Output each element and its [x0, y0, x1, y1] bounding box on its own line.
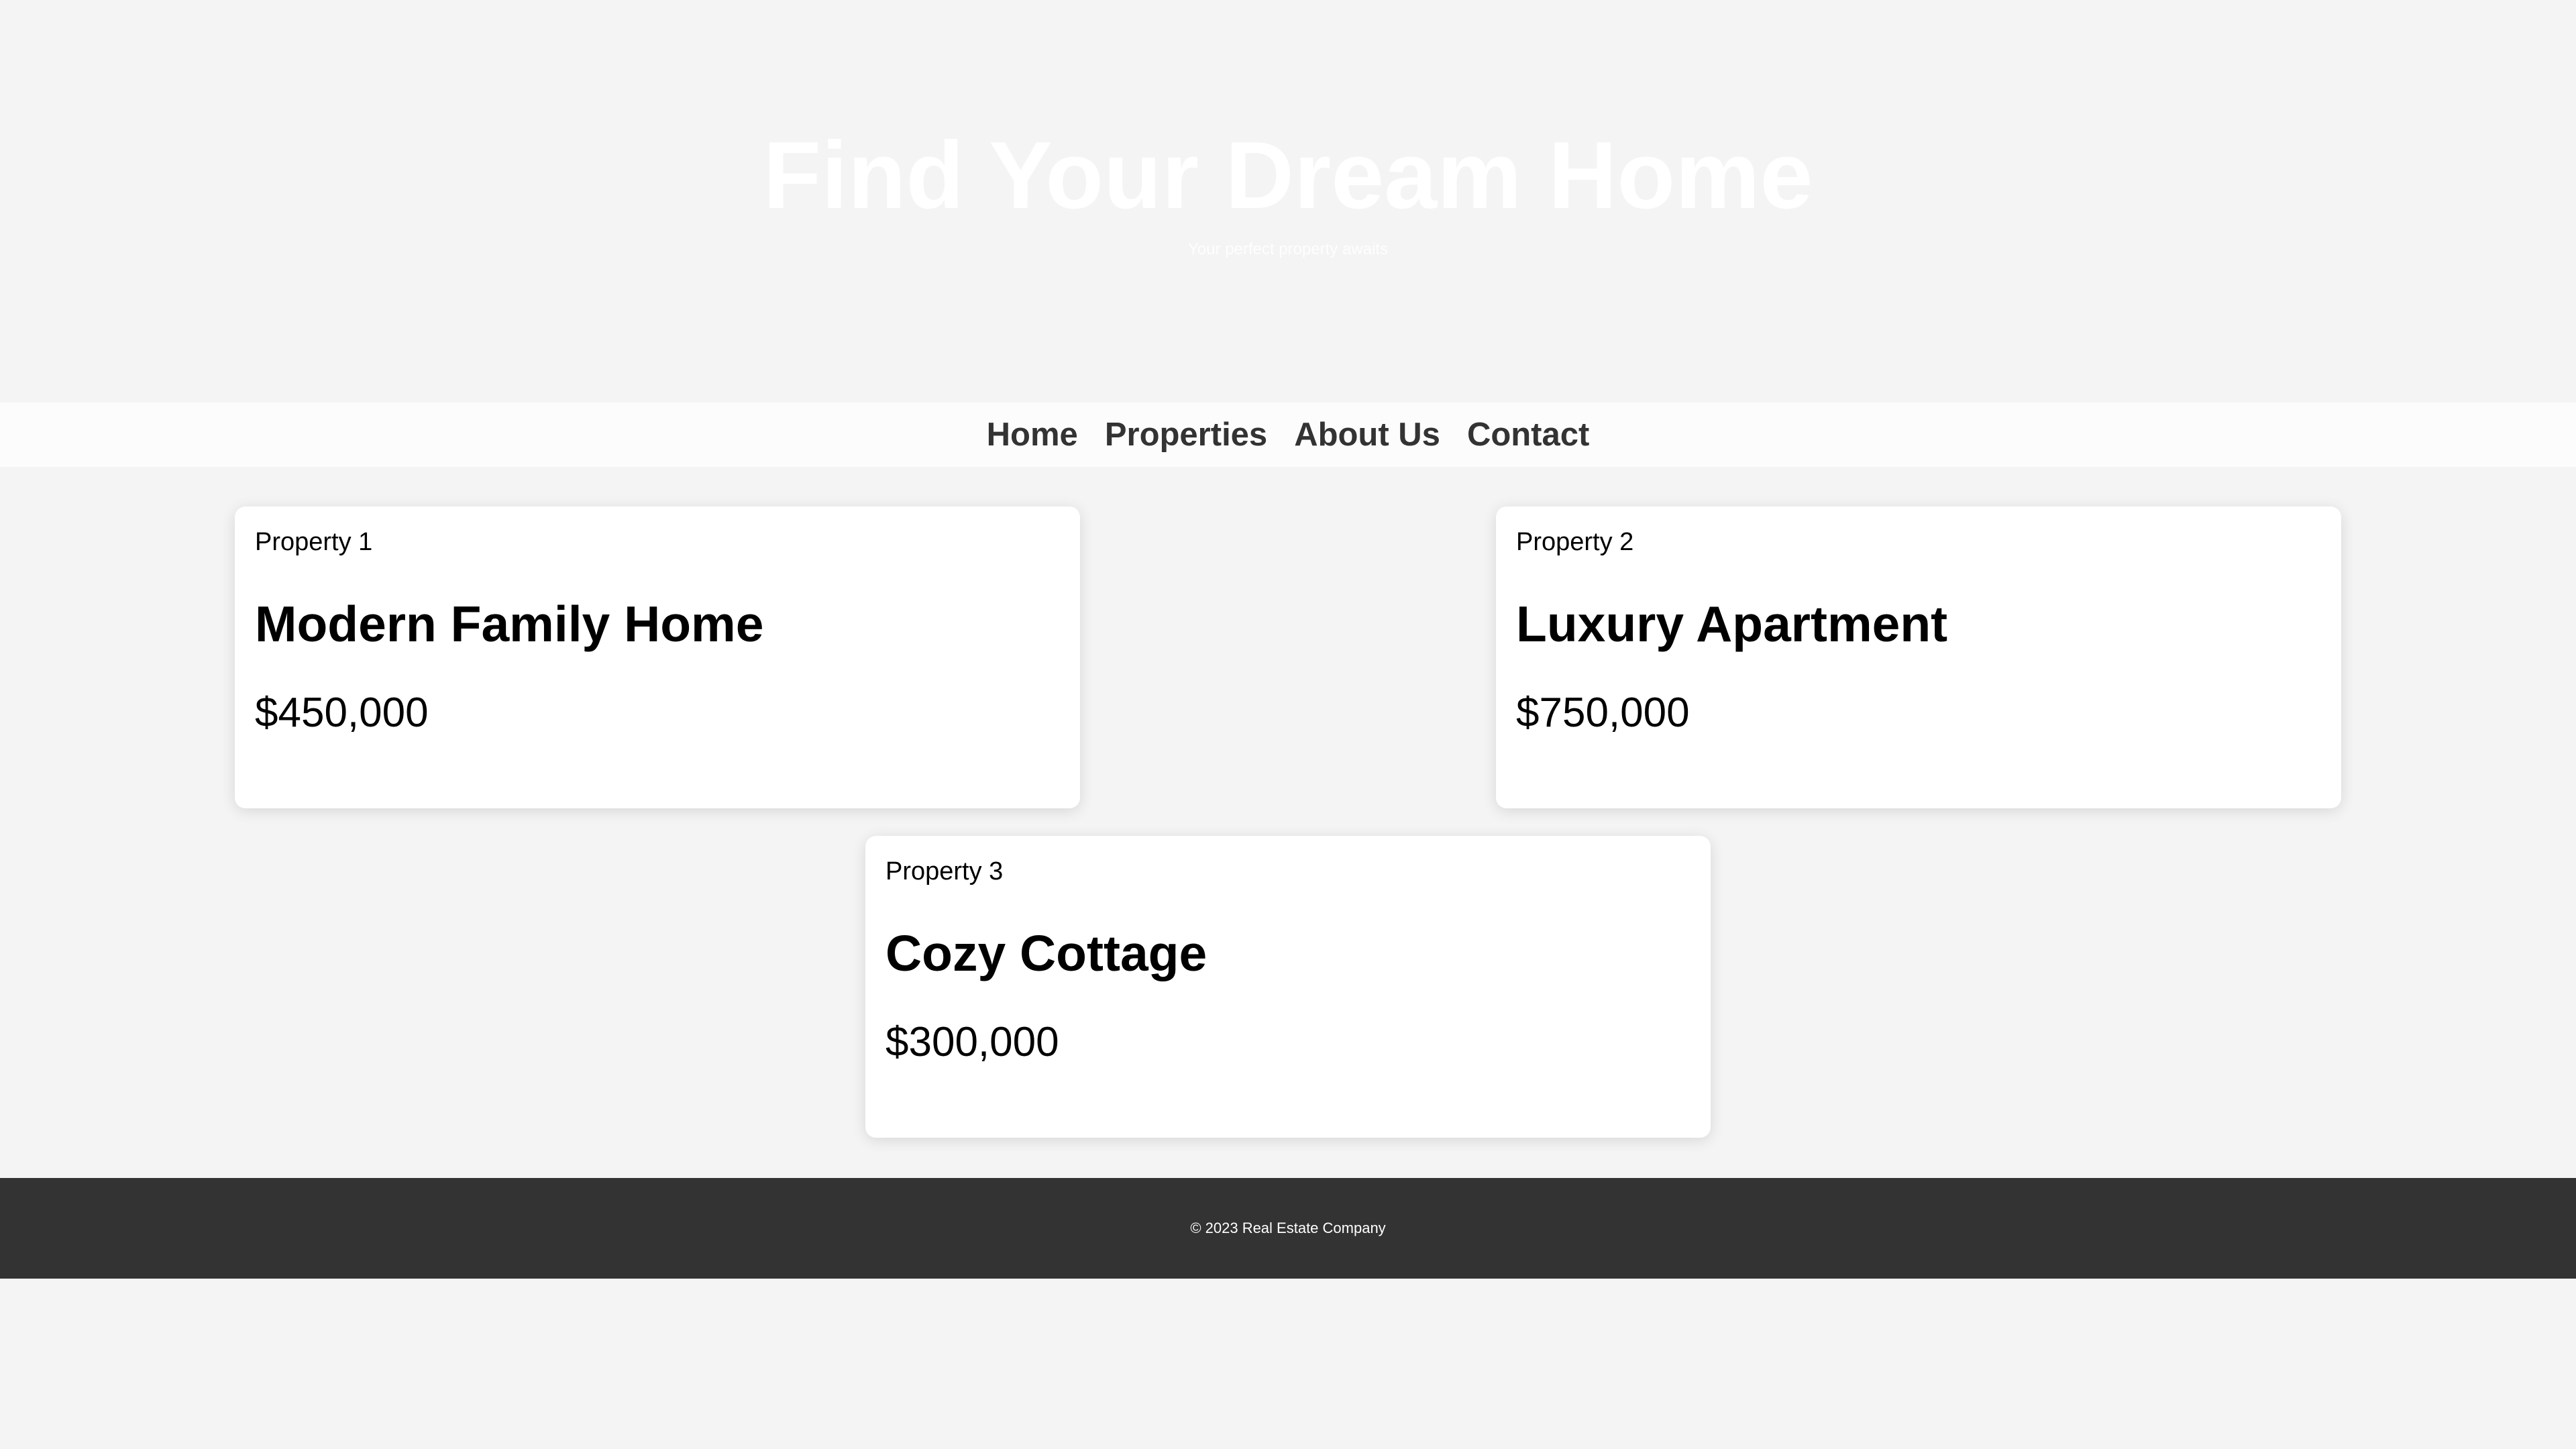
- property-price: $450,000: [255, 690, 429, 736]
- hero-title: Find Your Dream Home: [763, 122, 1813, 229]
- nav-link-properties[interactable]: Properties: [1105, 402, 1267, 467]
- property-price: $750,000: [1516, 690, 1690, 736]
- property-image: Property 3: [885, 855, 1690, 888]
- property-title: Cozy Cottage: [885, 925, 1208, 981]
- property-card[interactable]: Property 2 Luxury Apartment $750,000: [1496, 506, 2341, 808]
- property-card[interactable]: Property 3 Cozy Cottage $300,000: [865, 836, 1711, 1138]
- property-price: $300,000: [885, 1019, 1059, 1065]
- property-image: Property 1: [255, 525, 1060, 559]
- property-title: Luxury Apartment: [1516, 596, 1948, 652]
- property-card[interactable]: Property 1 Modern Family Home $450,000: [235, 506, 1080, 808]
- property-title: Modern Family Home: [255, 596, 764, 652]
- hero-banner: Find Your Dream Home Your perfect proper…: [0, 0, 2576, 402]
- footer-copyright: © 2023 Real Estate Company: [1190, 1220, 1386, 1236]
- site-footer: © 2023 Real Estate Company: [0, 1178, 2576, 1279]
- property-image-alt: Property 1: [255, 528, 373, 556]
- nav-link-contact[interactable]: Contact: [1467, 402, 1589, 467]
- nav-link-about-us[interactable]: About Us: [1294, 402, 1440, 467]
- main-navigation: Home Properties About Us Contact: [0, 402, 2576, 467]
- hero-subtitle: Your perfect property awaits: [1188, 240, 1388, 258]
- property-image-alt: Property 3: [885, 857, 1004, 885]
- property-image: Property 2: [1516, 525, 2321, 559]
- nav-link-home[interactable]: Home: [987, 402, 1078, 467]
- property-image-alt: Property 2: [1516, 528, 1634, 556]
